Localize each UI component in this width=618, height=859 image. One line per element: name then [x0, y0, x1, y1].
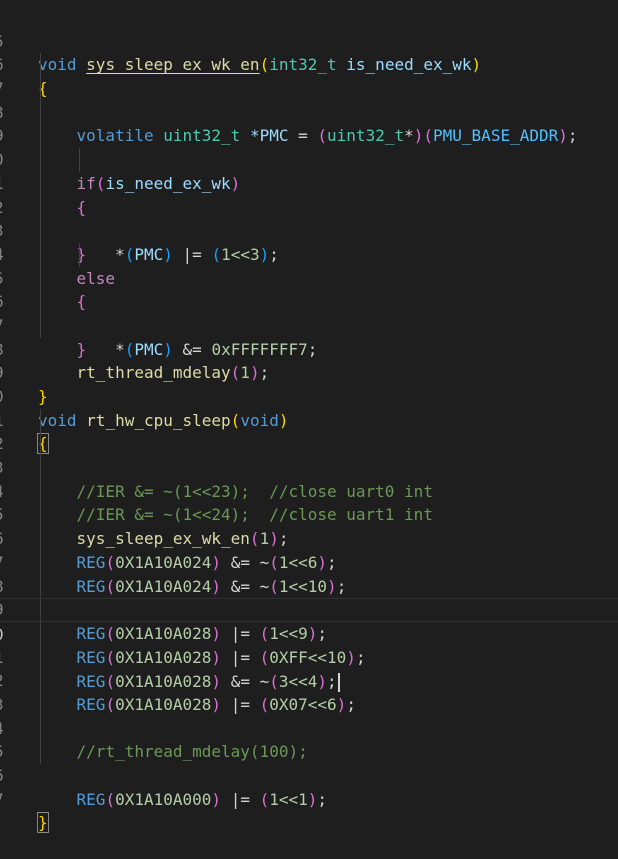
indent-guide — [40, 100, 41, 125]
code-line[interactable]: 9 REG(0X1A10A028) |= (0XFF<<10); — [0, 574, 618, 667]
code-line[interactable]: 1 *(PMC) |= (1<<3); — [0, 148, 618, 264]
code-line[interactable]: 0 void rt_hw_cpu_sleep(void) — [0, 361, 618, 430]
code-line[interactable]: 5 *(PMC) &= 0xFFFFFFF7; — [0, 242, 618, 359]
code-line[interactable]: 6 REG(0X1A10A024) &= ~(1<<10); — [0, 503, 618, 596]
bracket: ( — [105, 789, 116, 809]
indent-guide — [40, 479, 41, 504]
code-line[interactable]: 7 — [0, 527, 618, 572]
code-line[interactable]: 1 { — [0, 385, 618, 455]
indent-guide — [40, 599, 41, 621]
indent-guide — [40, 53, 41, 78]
code-line-current[interactable]: 0 REG(0X1A10A028) &= ~(3<<4); — [0, 598, 618, 693]
code-editor[interactable]: 5 void sys_sleep_ex_wk_en(int32_t is_nee… — [0, 6, 618, 834]
indent-guide — [40, 242, 41, 267]
address: 0X1A10A000 — [115, 789, 212, 809]
indent-guide — [40, 692, 41, 717]
indent-guide — [40, 621, 41, 646]
indent-guide — [79, 242, 80, 267]
indent-guide — [40, 77, 41, 101]
indent-guide — [40, 527, 41, 551]
indent-guide — [40, 456, 41, 480]
line-number: 7 — [0, 788, 6, 812]
code-text: } — [37, 811, 49, 835]
indent-guide — [40, 195, 41, 220]
code-line[interactable]: 2 — [0, 645, 618, 690]
code-line[interactable]: 6 { — [0, 30, 618, 98]
code-line[interactable]: 9 } — [0, 338, 618, 406]
code-line[interactable]: 3 //IER &= ~(1<<24); //close uart1 int — [0, 432, 618, 524]
indent-guide — [40, 148, 41, 172]
operator: |= — [230, 789, 250, 809]
indent-guide — [40, 266, 41, 291]
bracket: ( — [259, 789, 270, 809]
code-line[interactable]: 2 //IER &= ~(1<<23); //close uart0 int — [0, 408, 618, 501]
code-line[interactable]: 1 REG(0X1A10A028) |= (0X07<<6); — [0, 621, 618, 714]
indent-guide — [40, 408, 41, 433]
code-line[interactable]: 4 { — [0, 219, 618, 311]
code-line[interactable]: 6 — [0, 740, 618, 785]
indent-guide — [40, 669, 41, 693]
code-line[interactable]: 8 — [0, 77, 618, 122]
code-line[interactable]: 5 void sys_sleep_ex_wk_en(int32_t is_nee… — [0, 6, 618, 75]
indent-guide — [40, 716, 41, 741]
code-line[interactable]: 2 } — [0, 171, 618, 264]
indent-guide — [79, 148, 80, 172]
bracket: ) — [307, 789, 318, 809]
code-text: REG(0X1A10A000) |= (1<<1); — [38, 788, 328, 812]
code-line[interactable]: 7 rt_thread_mdelay(1); — [0, 290, 618, 382]
code-line[interactable]: 7 volatile uint32_t *PMC = (uint32_t*)(P… — [0, 53, 618, 145]
indent-guide — [40, 124, 41, 149]
semicolon: ; — [317, 789, 328, 809]
bracket-match-highlight: } — [37, 812, 49, 834]
code-line[interactable]: 3 else — [0, 195, 618, 288]
indent-guide — [40, 290, 41, 314]
indent-guide — [40, 313, 41, 338]
code-line[interactable]: 5 REG(0X1A10A024) &= ~(1<<6); — [0, 479, 618, 572]
indent-guide — [40, 219, 41, 243]
macro-call: REG — [76, 789, 106, 809]
code-line[interactable]: 4 sys_sleep_ex_wk_en(1); — [0, 456, 618, 548]
code-line[interactable]: 0 { — [0, 124, 618, 217]
code-line[interactable]: 8 — [0, 313, 618, 359]
code-line[interactable]: 4 — [0, 692, 618, 738]
expression: 1<<1 — [269, 789, 308, 809]
indent-guide — [40, 432, 41, 457]
code-line[interactable]: 7 } — [0, 764, 618, 834]
indent-guide — [40, 171, 41, 196]
indent-guide — [40, 645, 41, 670]
indent-guide — [40, 550, 41, 575]
code-line[interactable]: 9 if(is_need_ex_wk) — [0, 100, 618, 193]
code-line[interactable]: 8 REG(0X1A10A028) |= (1<<9); — [0, 550, 618, 643]
code-line[interactable]: 5 REG(0X1A10A000) |= (1<<1); — [0, 716, 618, 809]
bracket: ) — [211, 789, 222, 809]
code-line[interactable]: 3 //rt_thread_mdelay(100); — [0, 669, 618, 761]
indent-guide — [40, 740, 41, 764]
indent-guide — [40, 503, 41, 528]
code-line[interactable]: 6 } — [0, 266, 618, 359]
indent-guide — [40, 574, 41, 599]
